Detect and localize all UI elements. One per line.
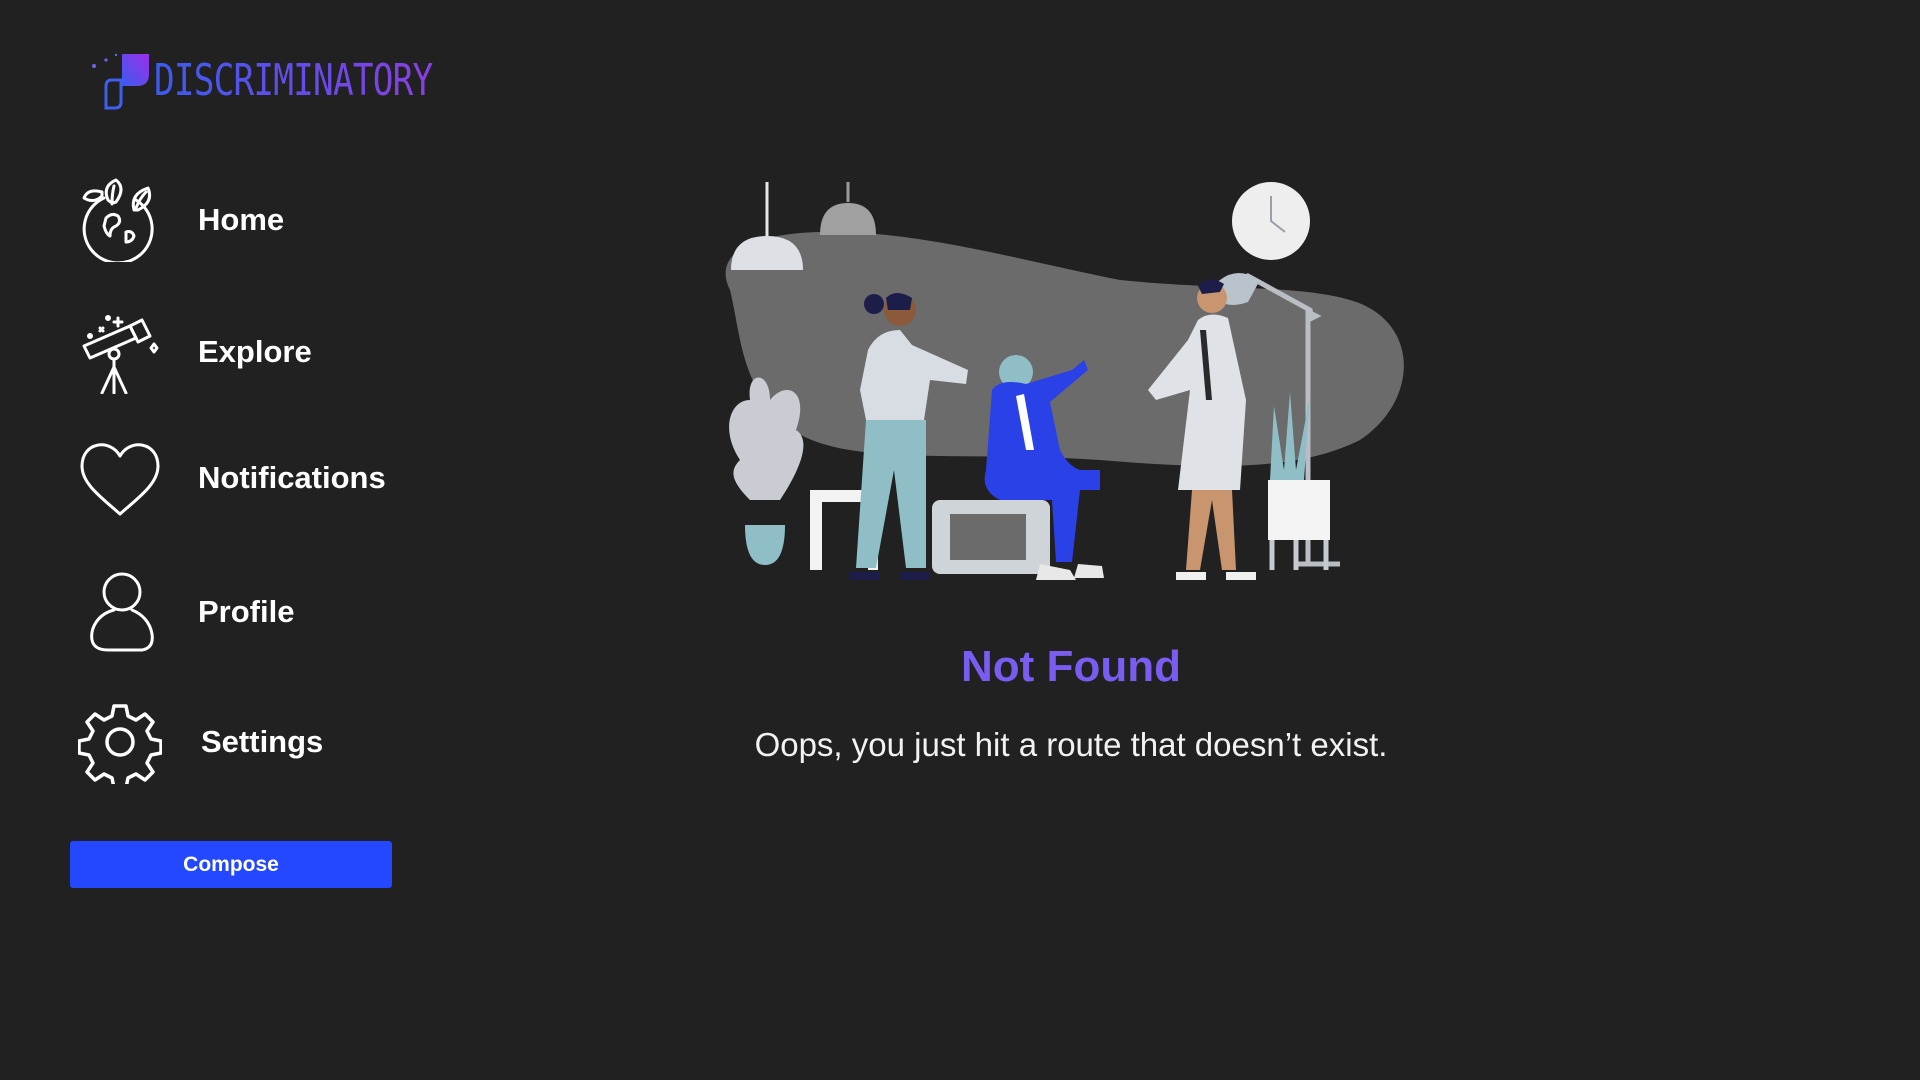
heart-icon [78,436,162,520]
backdrop-blob [725,231,1404,466]
people-meeting-illustration [725,182,1404,580]
telescope-icon [78,310,162,394]
sidebar-item-label: Home [198,202,285,237]
brand-name: DISCRIMINATORY [154,55,433,106]
brand-logo[interactable]: DISCRIMINATORY [88,52,511,110]
sidebar-item-notifications[interactable]: Notifications [78,436,386,520]
brand-logo-icon [92,53,149,110]
sidebar-item-label: Notifications [198,460,386,495]
sidebar-item-label: Profile [198,594,295,629]
sidebar-item-home[interactable]: Home [78,178,284,262]
plant-left [729,377,804,500]
sidebar-item-explore[interactable]: Explore [78,310,312,394]
not-found-message: Oops, you just hit a route that doesn’t … [754,726,1388,763]
globe-leaves-icon [78,178,162,262]
pendant-lamp-right [820,203,876,235]
compose-button[interactable]: Compose [70,841,392,888]
not-found-title: Not Found [961,642,1181,691]
sidebar-item-label: Explore [198,334,312,369]
